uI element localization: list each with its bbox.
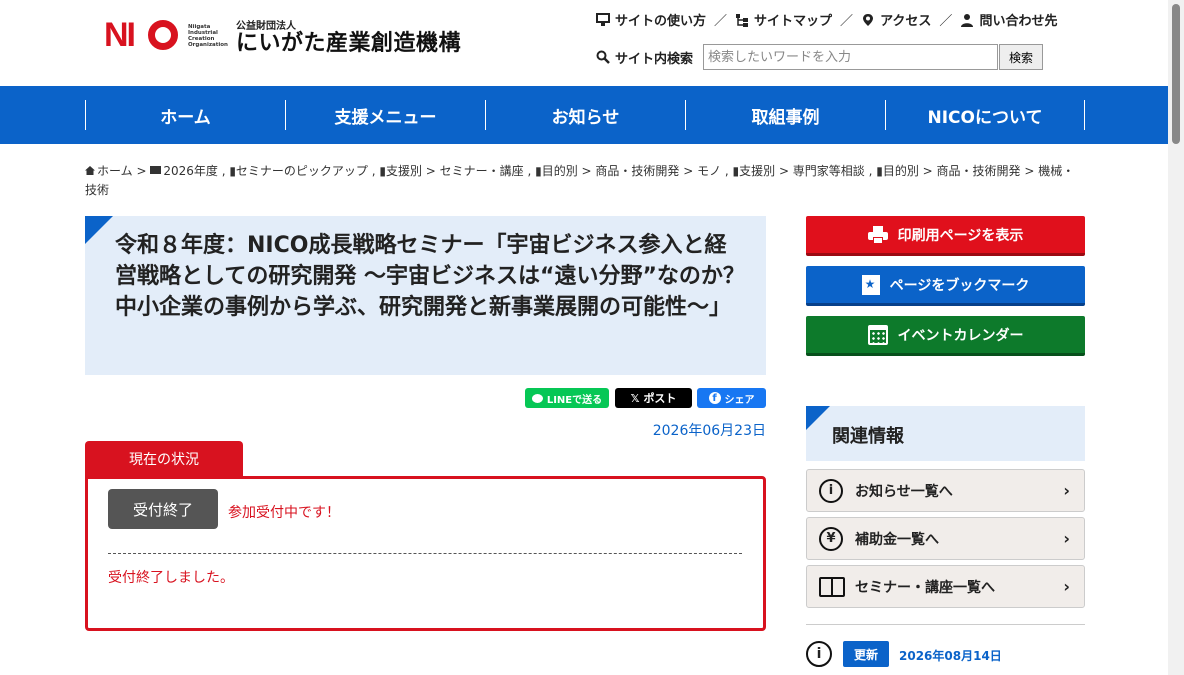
- bookmark-icon: [861, 274, 880, 295]
- nav-news[interactable]: お知らせ: [485, 100, 685, 130]
- search-label: サイト内検索: [596, 48, 693, 67]
- update-date: 2026年08月14日: [899, 649, 1002, 663]
- article-title-box: 令和８年度：NICO成長戦略セミナー「宇宙ビジネス参入と経営戦略としての研究開発…: [85, 216, 775, 375]
- breadcrumb-trail[interactable]: 2026年度 , ▮セミナーのピックアップ , ▮支援別 > セミナー・講座 ,…: [85, 164, 1074, 197]
- publish-date: 2026年06月23日: [652, 423, 766, 439]
- calendar-icon: [867, 324, 888, 345]
- search-icon: [596, 50, 610, 64]
- page-title: 令和８年度：NICO成長戦略セミナー「宇宙ビジネス参入と経営戦略としての研究開発…: [115, 233, 775, 320]
- logo-ring-icon: [148, 20, 178, 50]
- status-box: 受付終了 参加受付中です！ 受付終了しました。: [85, 476, 766, 631]
- logo-japanese: 公益財団法人 にいがた産業創造機構: [236, 17, 461, 56]
- logo-small-text: 公益財団法人: [236, 20, 296, 32]
- status-tab: 現在の状況: [85, 441, 243, 477]
- breadcrumb: ホーム > 2026年度 , ▮セミナーのピックアップ , ▮支援別 > セミナ…: [85, 164, 1075, 197]
- home-icon: [85, 166, 95, 175]
- site-header: NI Niigata Industrial Creation Organizat…: [0, 0, 1168, 86]
- nav-home[interactable]: ホーム: [85, 100, 285, 130]
- share-line-button[interactable]: LINEで送る: [525, 388, 609, 408]
- share-facebook-button[interactable]: f シェア: [697, 388, 766, 408]
- site-search: サイト内検索 検索: [596, 44, 1044, 70]
- nav-support-menu[interactable]: 支援メニュー: [285, 100, 485, 130]
- utility-links: サイトの使い方 ／ サイトマップ ／ アクセス ／ 問い合わせ先: [596, 10, 1057, 29]
- page-scrollbar[interactable]: [1168, 0, 1184, 675]
- status-message: 受付終了しました。: [108, 570, 234, 586]
- scrollbar-thumb[interactable]: [1172, 4, 1180, 144]
- event-calendar-button[interactable]: イベントカレンダー: [806, 316, 1085, 356]
- print-page-button[interactable]: 印刷用ページを表示: [806, 216, 1085, 256]
- util-separator: ／: [939, 14, 953, 29]
- info-icon: i: [806, 641, 832, 667]
- nico-logo-mark: NI: [104, 16, 182, 56]
- util-separator: ／: [714, 14, 728, 29]
- facebook-icon: f: [708, 392, 721, 404]
- chevron-right-icon: ›: [1063, 577, 1070, 596]
- search-button[interactable]: 検索: [999, 44, 1044, 70]
- nav-about-nico[interactable]: NICOについて: [885, 100, 1085, 130]
- global-nav: ホーム 支援メニュー お知らせ 取組事例 NICOについて: [0, 86, 1168, 144]
- util-link-access[interactable]: アクセス: [861, 10, 931, 29]
- breadcrumb-home[interactable]: ホーム: [97, 164, 133, 178]
- util-link-sitemap[interactable]: サイトマップ: [735, 10, 832, 29]
- book-icon: [819, 576, 845, 597]
- site-logo[interactable]: NI Niigata Industrial Creation Organizat…: [104, 16, 461, 56]
- sidebar-divider: [806, 624, 1085, 625]
- related-info-heading: 関連情報: [806, 406, 1085, 461]
- logo-large-text: にいがた産業創造機構: [236, 30, 462, 56]
- line-icon: [531, 393, 543, 403]
- yen-icon: ¥: [819, 526, 843, 551]
- related-news-list-link[interactable]: i お知らせ一覧へ ›: [806, 469, 1085, 512]
- printer-icon: [867, 225, 888, 244]
- share-x-button[interactable]: 𝕏 ポスト: [615, 388, 692, 408]
- person-icon: [960, 13, 974, 27]
- util-separator: ／: [840, 14, 854, 29]
- util-link-contact[interactable]: 問い合わせ先: [960, 10, 1057, 29]
- x-logo-icon: 𝕏: [630, 391, 640, 405]
- bookmark-page-button[interactable]: ページをブックマーク: [806, 266, 1085, 306]
- update-badge: 更新: [843, 641, 889, 667]
- monitor-icon: [596, 12, 610, 27]
- search-input[interactable]: [703, 44, 999, 70]
- info-icon: i: [819, 478, 843, 503]
- map-pin-icon: [861, 13, 875, 27]
- util-link-guide[interactable]: サイトの使い方: [596, 10, 706, 29]
- nav-case-studies[interactable]: 取組事例: [685, 100, 885, 130]
- status-divider: [108, 553, 742, 554]
- folder-icon: [150, 166, 162, 174]
- related-seminar-list-link[interactable]: セミナー・講座一覧へ ›: [806, 565, 1085, 608]
- status-closed-badge: 受付終了: [108, 489, 218, 529]
- sitemap-icon: [735, 13, 749, 27]
- logo-english-text: Niigata Industrial Creation Organization: [188, 24, 228, 48]
- chevron-right-icon: ›: [1063, 529, 1070, 548]
- status-now-text: 参加受付中です！: [228, 505, 340, 521]
- chevron-right-icon: ›: [1063, 481, 1070, 500]
- related-subsidy-list-link[interactable]: ¥ 補助金一覧へ ›: [806, 517, 1085, 560]
